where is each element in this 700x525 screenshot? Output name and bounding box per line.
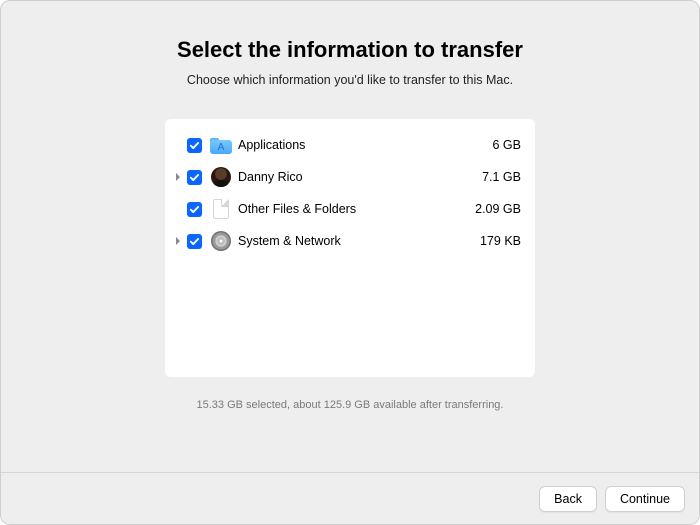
row-label: System & Network [234,234,480,248]
continue-button[interactable]: Continue [605,486,685,512]
transfer-items-panel: A Applications 6 GB Danny Rico 7.1 GB [165,119,535,377]
transfer-row-other-files[interactable]: Other Files & Folders 2.09 GB [165,193,535,225]
checkmark-icon [189,236,200,247]
back-button[interactable]: Back [539,486,597,512]
row-size: 6 GB [493,138,522,152]
checkbox-system-network[interactable] [187,234,202,249]
user-avatar-icon [210,167,232,187]
footer-bar: Back Continue [1,472,699,524]
row-size: 179 KB [480,234,521,248]
checkmark-icon [189,172,200,183]
row-label: Other Files & Folders [234,202,475,216]
row-label: Applications [234,138,493,152]
selection-summary: 15.33 GB selected, about 125.9 GB availa… [197,399,504,411]
content-area: Select the information to transfer Choos… [1,1,699,472]
checkmark-icon [189,140,200,151]
checkbox-applications[interactable] [187,138,202,153]
transfer-row-system-network[interactable]: System & Network 179 KB [165,225,535,257]
checkmark-icon [189,204,200,215]
page-title: Select the information to transfer [177,37,523,63]
migration-assistant-window: Select the information to transfer Choos… [0,0,700,525]
page-subtitle: Choose which information you'd like to t… [187,73,513,87]
chevron-right-icon [174,237,182,245]
folder-apps-icon: A [210,135,232,155]
chevron-right-icon [174,173,182,181]
checkbox-other-files[interactable] [187,202,202,217]
transfer-row-user[interactable]: Danny Rico 7.1 GB [165,161,535,193]
transfer-row-applications[interactable]: A Applications 6 GB [165,129,535,161]
row-size: 2.09 GB [475,202,521,216]
disclosure-toggle[interactable] [171,173,185,181]
row-size: 7.1 GB [482,170,521,184]
document-icon [210,199,232,219]
row-label: Danny Rico [234,170,482,184]
checkbox-user[interactable] [187,170,202,185]
gear-icon [210,231,232,251]
disclosure-toggle[interactable] [171,237,185,245]
